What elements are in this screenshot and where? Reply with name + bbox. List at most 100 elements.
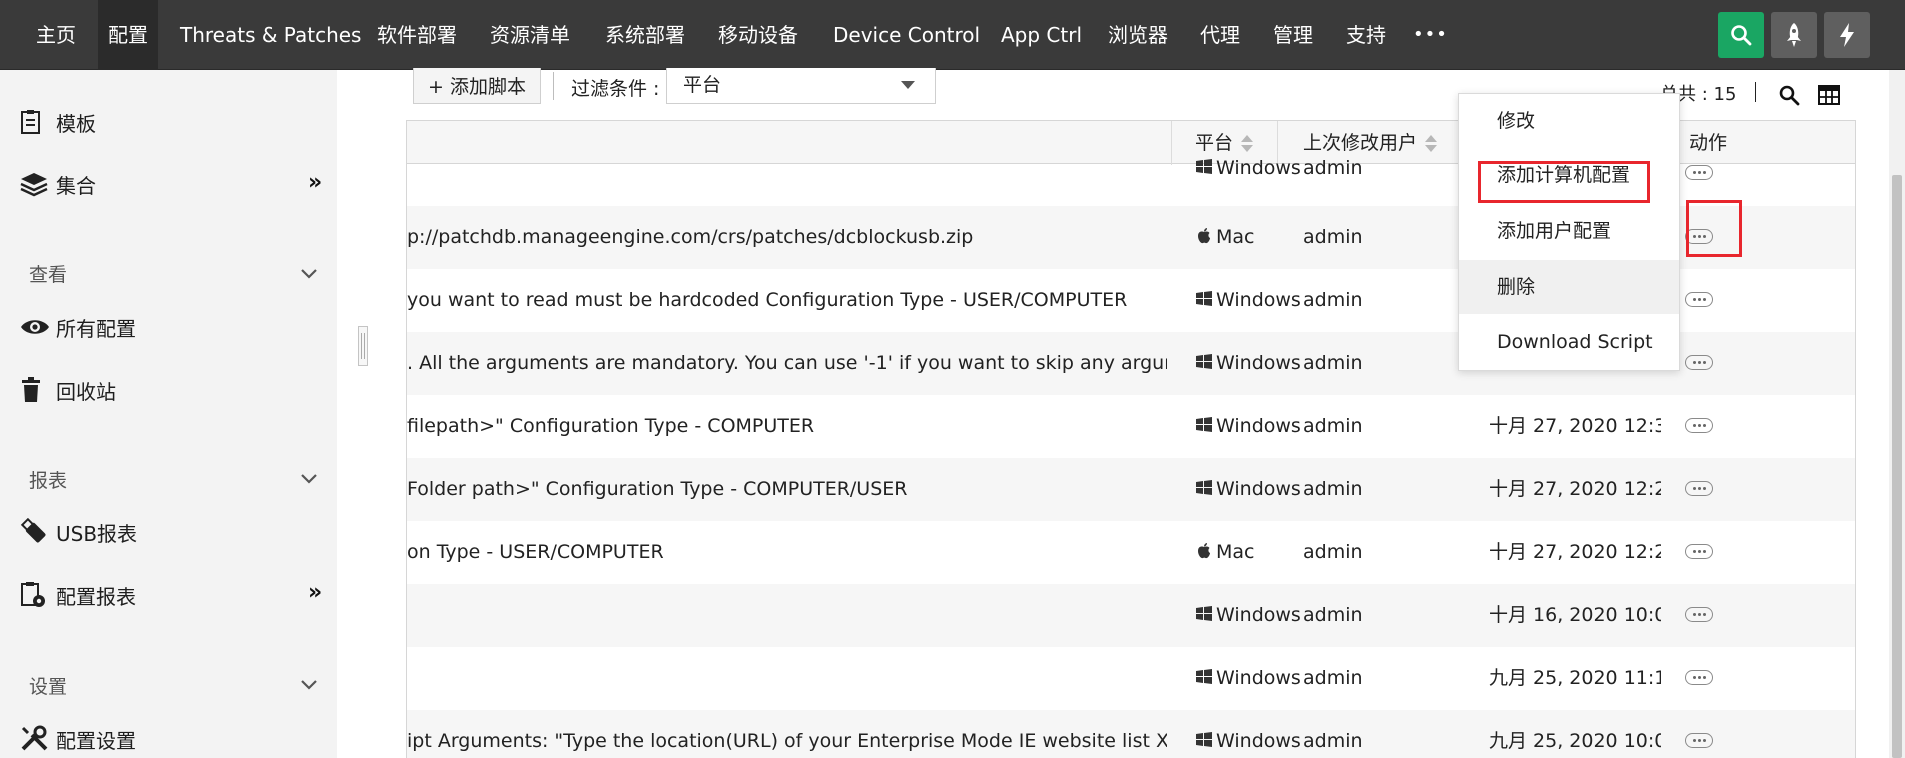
- column-chooser-icon[interactable]: [1818, 85, 1840, 105]
- description-cell: ipt Arguments: "Type the location(URL) o…: [407, 730, 1167, 752]
- column-header-label: 上次修改用户: [1303, 132, 1418, 154]
- apple-icon: [1195, 523, 1213, 559]
- windows-icon: [1195, 712, 1213, 747]
- nav-threats-patches[interactable]: Threats & Patches: [180, 0, 361, 70]
- platform-cell: Windows: [1195, 269, 1310, 332]
- more-actions-icon[interactable]: [1685, 544, 1713, 559]
- more-actions-icon[interactable]: [1685, 165, 1713, 180]
- table-row[interactable]: ipt Arguments: "Type the location(URL) o…: [407, 710, 1855, 758]
- nav-app-ctrl[interactable]: App Ctrl: [1001, 0, 1082, 70]
- nav-support[interactable]: 支持: [1346, 0, 1386, 70]
- action-cell: [1685, 332, 1725, 395]
- platform-label: Windows: [1216, 667, 1301, 689]
- nav-agent[interactable]: 代理: [1200, 0, 1240, 70]
- sidebar-item-label: 回收站: [56, 379, 116, 404]
- platform-label: Windows: [1216, 352, 1301, 374]
- platform-label: Windows: [1216, 730, 1301, 752]
- section-header-view: 查看: [29, 264, 68, 286]
- chevron-down-icon[interactable]: [298, 673, 320, 695]
- platform-cell: Windows: [1195, 458, 1310, 521]
- table-row[interactable]: on Type - USER/COMPUTER Mac admin 十月 27,…: [407, 521, 1855, 584]
- table-row[interactable]: filepath>" Configuration Type - COMPUTER…: [407, 395, 1855, 458]
- platform-cell: Windows: [1195, 584, 1310, 647]
- nav-software-deployment[interactable]: 软件部署: [377, 0, 457, 70]
- more-menu-icon[interactable]: •••: [1413, 0, 1448, 70]
- platform-label: Windows: [1216, 289, 1301, 311]
- action-cell: [1685, 395, 1725, 458]
- action-cell: [1685, 269, 1725, 332]
- description-cell: you want to read must be hardcoded Confi…: [407, 289, 1128, 311]
- nav-home[interactable]: 主页: [36, 0, 76, 70]
- description-cell: Folder path>" Configuration Type - COMPU…: [407, 478, 908, 500]
- platform-cell: Windows: [1195, 395, 1310, 458]
- sidebar-item-label: 配置设置: [56, 728, 136, 753]
- table-search-icon[interactable]: [1778, 84, 1800, 106]
- nav-configurations[interactable]: 配置: [98, 0, 158, 70]
- search-button[interactable]: [1718, 12, 1764, 58]
- more-actions-icon[interactable]: [1685, 481, 1713, 496]
- chevron-down-icon[interactable]: [298, 262, 320, 284]
- apple-icon: [1195, 208, 1213, 244]
- modified-date-cell: 十月 27, 2020 12:3...: [1489, 415, 1661, 437]
- add-script-button[interactable]: + 添加脚本: [413, 68, 541, 104]
- page-scrollbar-thumb[interactable]: [1892, 175, 1902, 758]
- platform-label: Windows: [1216, 158, 1301, 179]
- nav-inventory[interactable]: 资源清单: [490, 0, 570, 70]
- more-actions-icon[interactable]: [1685, 355, 1713, 370]
- sidebar-item-label: 所有配置: [56, 316, 136, 341]
- column-header-label: 平台: [1195, 132, 1234, 154]
- menu-item-highlight: [1478, 161, 1650, 203]
- top-navigation-bar: 主页 配置 Threats & Patches 软件部署 资源清单 系统部署 移…: [0, 0, 1905, 70]
- layers-icon: [20, 169, 56, 199]
- sidebar-item-recycle-bin[interactable]: 回收站: [20, 370, 116, 410]
- sidebar-item-collections[interactable]: 集合: [20, 164, 96, 204]
- quick-launch-button[interactable]: [1771, 12, 1817, 58]
- expand-config-report-icon[interactable]: »: [308, 580, 322, 605]
- expand-collections-icon[interactable]: »: [308, 170, 322, 195]
- description-cell: on Type - USER/COMPUTER: [407, 541, 664, 563]
- menu-item-modify[interactable]: 修改: [1459, 94, 1679, 148]
- windows-icon: [1195, 334, 1213, 369]
- sidebar-item-templates[interactable]: 模板: [20, 102, 96, 142]
- sidebar-item-label: 配置报表: [56, 584, 136, 609]
- table-row[interactable]: Folder path>" Configuration Type - COMPU…: [407, 458, 1855, 521]
- user-cell: admin: [1303, 730, 1363, 752]
- table-row[interactable]: Windows admin 九月 25, 2020 11:1...: [407, 647, 1855, 710]
- windows-icon: [1195, 586, 1213, 621]
- menu-item-add-user-config[interactable]: 添加用户配置: [1459, 204, 1679, 258]
- sidebar-item-all-configurations[interactable]: 所有配置: [20, 307, 136, 347]
- more-actions-icon[interactable]: [1685, 292, 1713, 307]
- action-cell: [1685, 584, 1725, 647]
- more-actions-icon[interactable]: [1685, 670, 1713, 685]
- sidebar-item-config-settings[interactable]: 配置设置: [20, 719, 136, 758]
- platform-cell: Mac: [1195, 521, 1310, 584]
- platform-filter-select[interactable]: 平台: [666, 68, 936, 104]
- nav-admin[interactable]: 管理: [1273, 0, 1313, 70]
- table-row[interactable]: Windows admin 十月 16, 2020 10:0...: [407, 584, 1855, 647]
- platform-cell: Windows: [1195, 332, 1310, 395]
- sidebar-resize-handle[interactable]: [358, 326, 368, 366]
- platform-label: Mac: [1216, 226, 1255, 248]
- quick-actions-button[interactable]: [1824, 12, 1870, 58]
- nav-browsers[interactable]: 浏览器: [1108, 0, 1168, 70]
- nav-device-control[interactable]: Device Control: [833, 0, 980, 70]
- section-header-reports: 报表: [29, 470, 68, 492]
- windows-icon: [1195, 397, 1213, 432]
- menu-item-download-script[interactable]: Download Script: [1459, 315, 1679, 369]
- description-cell: p://patchdb.manageengine.com/crs/patches…: [407, 226, 974, 248]
- toolbar-divider: [553, 72, 554, 100]
- user-cell: admin: [1303, 352, 1363, 374]
- sidebar-item-usb-report[interactable]: USB报表: [20, 512, 137, 552]
- more-actions-icon[interactable]: [1685, 418, 1713, 433]
- windows-icon: [1195, 271, 1213, 306]
- more-actions-icon[interactable]: [1685, 607, 1713, 622]
- action-button-highlight: [1686, 200, 1742, 257]
- sidebar-item-config-report[interactable]: 配置报表: [20, 575, 136, 615]
- nav-os-deployment[interactable]: 系统部署: [605, 0, 685, 70]
- chevron-down-icon[interactable]: [298, 467, 320, 489]
- windows-icon: [1195, 460, 1213, 495]
- nav-mobile-devices[interactable]: 移动设备: [718, 0, 798, 70]
- menu-item-delete[interactable]: 删除: [1459, 260, 1679, 314]
- more-actions-icon[interactable]: [1685, 733, 1713, 748]
- sidebar-item-label: 集合: [56, 173, 96, 198]
